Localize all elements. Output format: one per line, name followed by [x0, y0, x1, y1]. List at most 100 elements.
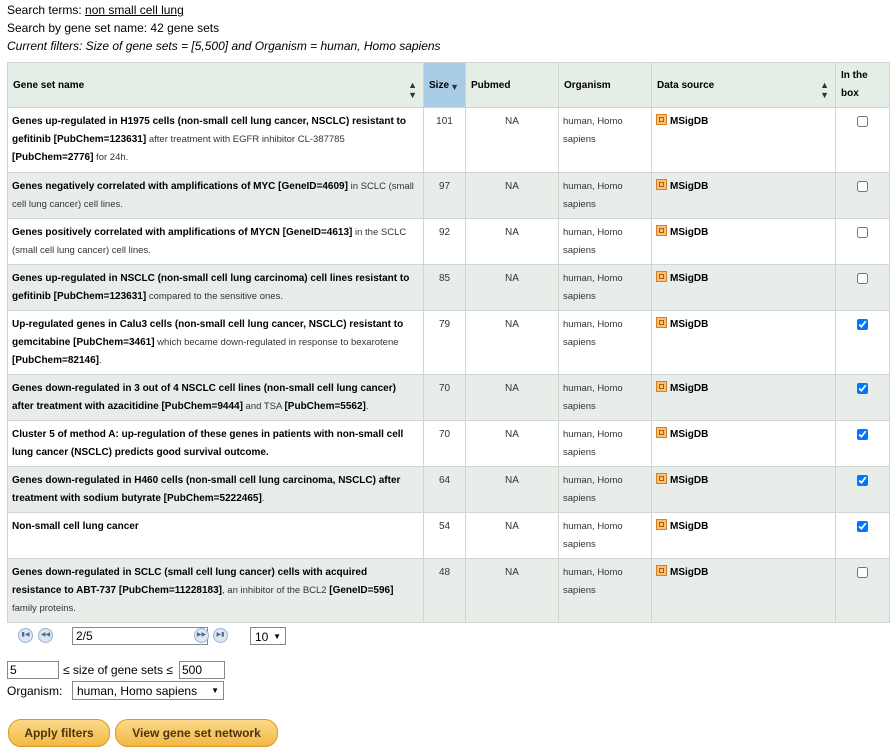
external-link-icon[interactable] [656, 519, 667, 530]
data-source-text[interactable]: MSigDB [670, 227, 708, 238]
in-the-box-checkbox[interactable] [857, 319, 868, 330]
organism-cell: human, Homo sapiens [558, 420, 652, 467]
column-header-name[interactable]: Gene set name ▲ ▼ [7, 62, 424, 108]
size-cell: 48 [423, 558, 466, 623]
external-link-icon[interactable] [656, 114, 667, 125]
gene-set-name-text: [GeneID=596] [329, 585, 394, 596]
column-header-organism-label: Organism [564, 79, 611, 91]
organism-cell: human, Homo sapiens [558, 218, 652, 265]
in-the-box-checkbox[interactable] [857, 567, 868, 578]
gene-set-name-text: . [261, 493, 265, 504]
external-link-icon[interactable] [656, 427, 667, 438]
chevron-down-icon: ▼ [273, 632, 281, 641]
column-header-data-source[interactable]: Data source ▲ ▼ [651, 62, 836, 108]
gene-set-name-text: Genes positively correlated with amplifi… [12, 227, 353, 238]
gene-set-name-cell: Genes positively correlated with amplifi… [7, 218, 424, 265]
search-terms-link[interactable]: non small cell lung [85, 3, 184, 17]
first-page-icon[interactable]: ▮◀ [18, 628, 33, 643]
data-source-cell: MSigDB [651, 420, 836, 467]
data-source-text[interactable]: MSigDB [670, 181, 708, 192]
in-the-box-checkbox[interactable] [857, 116, 868, 127]
sort-icon: ▲ ▼ [820, 80, 829, 100]
pubmed-cell: NA [465, 107, 559, 173]
current-filters-text: Current filters: Size of gene sets = [5,… [7, 39, 441, 53]
table-header-row: Gene set name ▲ ▼ Size ▼ Pubmed Organism Da… [7, 62, 890, 108]
gene-set-name-text: . [365, 401, 369, 412]
pubmed-cell: NA [465, 558, 559, 623]
next-page-icon[interactable]: ▶▶ [194, 628, 209, 643]
data-source-text[interactable]: MSigDB [670, 567, 708, 578]
sort-icon: ▲ ▼ [408, 80, 417, 100]
table-row: Genes down-regulated in SCLC (small cell… [7, 558, 890, 623]
max-size-input[interactable] [179, 661, 225, 679]
external-link-icon[interactable] [656, 271, 667, 282]
in-the-box-cell [835, 172, 890, 219]
organism-cell: human, Homo sapiens [558, 512, 652, 559]
data-source-text[interactable]: MSigDB [670, 429, 708, 440]
size-cell: 101 [423, 107, 466, 173]
in-the-box-checkbox[interactable] [857, 227, 868, 238]
external-link-icon[interactable] [656, 381, 667, 392]
size-cell: 97 [423, 172, 466, 219]
column-header-organism[interactable]: Organism [558, 62, 652, 108]
gene-set-name-text: which became down-regulated in response … [154, 337, 399, 348]
in-the-box-cell [835, 310, 890, 375]
pubmed-cell: NA [465, 374, 559, 421]
search-terms-line: Search terms: non small cell lung [7, 3, 184, 17]
in-the-box-checkbox[interactable] [857, 521, 868, 532]
pubmed-cell: NA [465, 218, 559, 265]
data-source-text[interactable]: MSigDB [670, 383, 708, 394]
organism-cell: human, Homo sapiens [558, 310, 652, 375]
size-range-label: ≤ size of gene sets ≤ [63, 663, 173, 677]
column-header-size[interactable]: Size ▼ [423, 62, 466, 108]
in-the-box-cell [835, 218, 890, 265]
page-input[interactable] [72, 627, 208, 645]
per-page-select[interactable]: 10 ▼ [250, 627, 286, 645]
last-page-icon[interactable]: ▶▮ [213, 628, 228, 643]
gene-set-name-text: Cluster 5 of method A: up-regulation of … [12, 429, 404, 458]
organism-label: Organism: [7, 684, 63, 698]
external-link-icon[interactable] [656, 565, 667, 576]
prev-page-icon[interactable]: ◀◀ [38, 628, 53, 643]
gene-set-name-text: , an inhibitor of the BCL2 [222, 585, 330, 596]
view-gene-set-network-button[interactable]: View gene set network [115, 719, 278, 747]
sort-descending-icon: ▼ [450, 82, 459, 92]
in-the-box-checkbox[interactable] [857, 273, 868, 284]
in-the-box-cell [835, 558, 890, 623]
external-link-icon[interactable] [656, 473, 667, 484]
min-size-input[interactable] [7, 661, 59, 679]
gene-set-name-text: family proteins. [12, 603, 76, 614]
size-cell: 85 [423, 264, 466, 311]
column-header-pubmed[interactable]: Pubmed [465, 62, 559, 108]
chevron-down-icon: ▼ [211, 686, 219, 695]
data-source-text[interactable]: MSigDB [670, 521, 708, 532]
table-row: Cluster 5 of method A: up-regulation of … [7, 420, 890, 467]
data-source-text[interactable]: MSigDB [670, 273, 708, 284]
column-header-pubmed-label: Pubmed [471, 79, 511, 91]
in-the-box-checkbox[interactable] [857, 181, 868, 192]
gene-set-name-text: compared to the sensitive ones. [146, 291, 283, 302]
data-source-text[interactable]: MSigDB [670, 319, 708, 330]
data-source-text[interactable]: MSigDB [670, 116, 708, 127]
in-the-box-checkbox[interactable] [857, 475, 868, 486]
column-header-size-label: Size [429, 79, 450, 91]
apply-filters-button[interactable]: Apply filters [8, 719, 110, 747]
organism-cell: human, Homo sapiens [558, 558, 652, 623]
organism-select[interactable]: human, Homo sapiens ▼ [72, 681, 224, 700]
search-terms-label: Search terms: [7, 3, 86, 17]
in-the-box-checkbox[interactable] [857, 383, 868, 394]
in-the-box-checkbox[interactable] [857, 429, 868, 440]
search-result-count: Search by gene set name: 42 gene sets [7, 21, 220, 35]
size-cell: 54 [423, 512, 466, 559]
table-body: Genes up-regulated in H1975 cells (non-s… [7, 107, 890, 623]
data-source-cell: MSigDB [651, 310, 836, 375]
external-link-icon[interactable] [656, 179, 667, 190]
data-source-text[interactable]: MSigDB [670, 475, 708, 486]
in-the-box-cell [835, 264, 890, 311]
pubmed-cell: NA [465, 264, 559, 311]
size-cell: 79 [423, 310, 466, 375]
gene-set-name-cell: Cluster 5 of method A: up-regulation of … [7, 420, 424, 467]
external-link-icon[interactable] [656, 317, 667, 328]
external-link-icon[interactable] [656, 225, 667, 236]
column-header-in-the-box[interactable]: In the box [835, 62, 890, 108]
